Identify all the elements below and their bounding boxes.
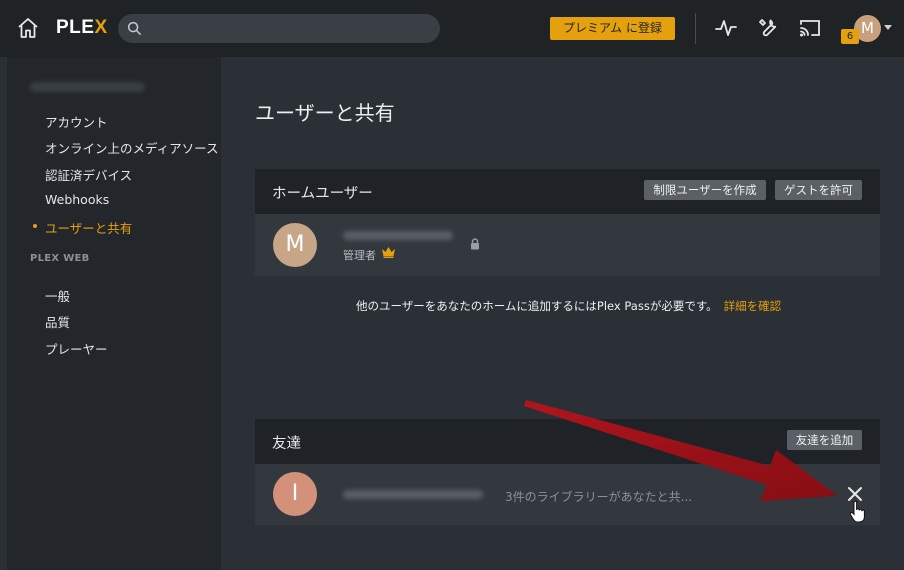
- search-icon: [127, 21, 142, 36]
- friends-header: 友達 友達を追加: [255, 419, 880, 464]
- account-name-redacted: [30, 82, 145, 92]
- sidebar-item-label: ユーザーと共有: [45, 221, 133, 236]
- notice-text: 他のユーザーをあなたのホームに追加するにはPlex Passが必要です。: [356, 299, 718, 313]
- logo-accent-text: X: [94, 17, 108, 38]
- home-users-title: ホームユーザー: [272, 186, 373, 202]
- premium-subscribe-button[interactable]: プレミアム に登録: [550, 17, 675, 40]
- home-users-header: ホームユーザー 制限ユーザーを作成 ゲストを許可: [255, 169, 880, 214]
- top-bar: PLEX プレミアム に登録 M 6: [0, 0, 904, 57]
- crown-icon: [382, 247, 395, 258]
- search-input[interactable]: [118, 14, 440, 43]
- sidebar-item-quality[interactable]: 品質: [45, 312, 70, 331]
- sidebar-item-player[interactable]: プレーヤー: [45, 339, 108, 358]
- notification-badge[interactable]: 6: [841, 29, 859, 44]
- avatar: M: [273, 223, 317, 267]
- sidebar-item-general[interactable]: 一般: [45, 286, 70, 305]
- toolbar-divider: [695, 13, 696, 44]
- sidebar-item-webhooks[interactable]: Webhooks: [45, 192, 109, 207]
- chevron-down-icon[interactable]: [884, 25, 892, 31]
- activity-icon[interactable]: [714, 16, 738, 40]
- learn-more-link[interactable]: 詳細を確認: [724, 299, 782, 313]
- cast-icon[interactable]: [798, 16, 822, 40]
- active-indicator: [33, 224, 37, 228]
- allow-guest-button[interactable]: ゲストを許可: [775, 180, 862, 200]
- sidebar-item-account[interactable]: アカウント: [45, 112, 108, 131]
- user-role: 管理者: [343, 249, 376, 262]
- sidebar-item-users-sharing[interactable]: ユーザーと共有: [33, 218, 133, 237]
- lock-icon: [471, 238, 479, 250]
- plex-logo[interactable]: PLEX: [56, 17, 108, 39]
- create-restricted-user-button[interactable]: 制限ユーザーを作成: [644, 180, 766, 200]
- home-user-row[interactable]: M 管理者: [255, 214, 880, 276]
- page-title: ユーザーと共有: [255, 101, 395, 125]
- sidebar-item-authorized-devices[interactable]: 認証済デバイス: [45, 165, 132, 184]
- logo-main-text: PLE: [56, 17, 95, 38]
- user-email-redacted: [343, 231, 453, 240]
- sidebar-item-online-media-sources[interactable]: オンライン上のメディアソース: [45, 138, 219, 157]
- shared-libraries-summary[interactable]: 3件のライブラリーがあなたと共...: [505, 488, 692, 505]
- home-icon[interactable]: [16, 16, 40, 40]
- wrench-icon[interactable]: [756, 16, 780, 40]
- avatar: I: [273, 472, 317, 516]
- hand-cursor-icon: [849, 501, 865, 523]
- plex-pass-notice: 他のユーザーをあなたのホームに追加するにはPlex Passが必要です。 詳細を確…: [356, 298, 781, 314]
- settings-sidebar: アカウント オンライン上のメディアソース 認証済デバイス Webhooks ユー…: [7, 57, 221, 570]
- friends-title: 友達: [272, 436, 301, 452]
- friend-row[interactable]: I 3件のライブラリーがあなたと共...: [255, 464, 880, 525]
- friend-email-redacted: [343, 490, 483, 499]
- sidebar-section-heading: PLEX WEB: [30, 253, 90, 264]
- add-friend-button[interactable]: 友達を追加: [787, 430, 862, 450]
